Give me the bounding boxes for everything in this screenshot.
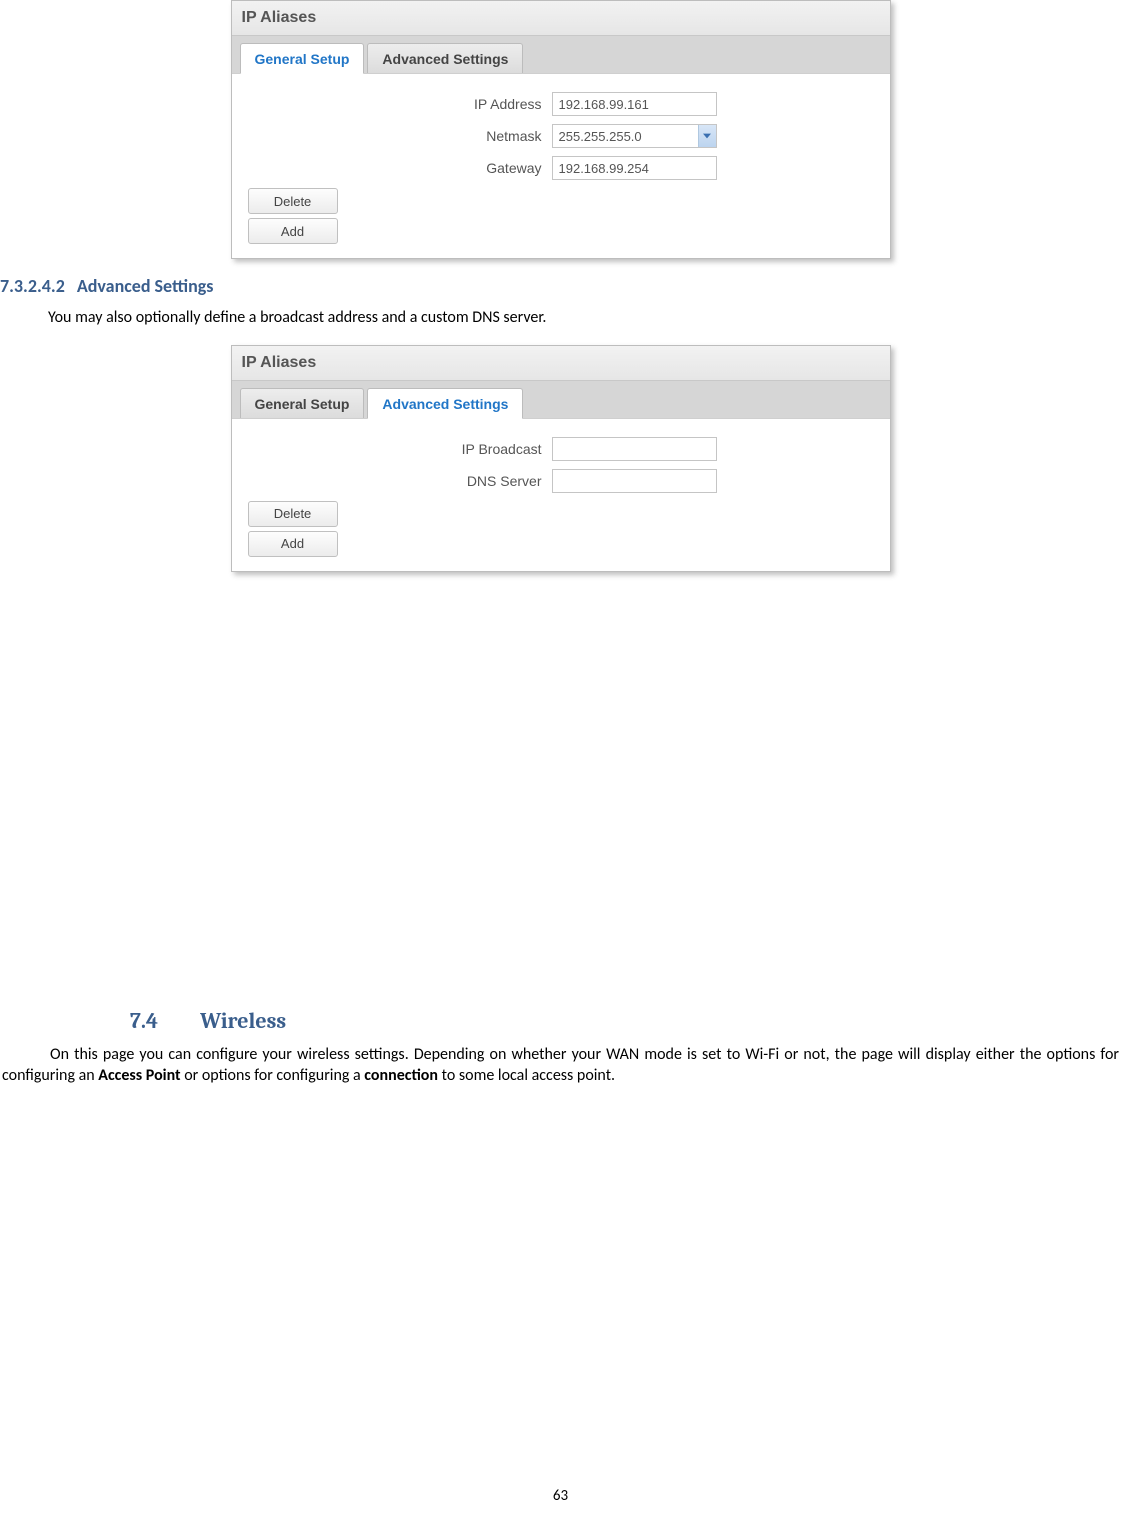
delete-button[interactable]: Delete — [248, 501, 338, 527]
section-title: Wireless — [200, 1008, 286, 1034]
panel-body: IP Broadcast DNS Server Delete Add — [232, 418, 890, 571]
add-button[interactable]: Add — [248, 218, 338, 244]
netmask-select[interactable]: 255.255.255.0 — [552, 124, 717, 148]
add-button[interactable]: Add — [248, 531, 338, 557]
section-heading-advanced: 7.3.2.4.2 Advanced Settings — [0, 275, 1121, 297]
tab-advanced-settings[interactable]: Advanced Settings — [367, 43, 523, 73]
ip-broadcast-label: IP Broadcast — [242, 441, 552, 457]
dns-server-input[interactable] — [552, 469, 717, 493]
dns-server-label: DNS Server — [242, 473, 552, 489]
section-title: Advanced Settings — [77, 275, 214, 297]
tab-bar: General Setup Advanced Settings — [232, 381, 890, 418]
tab-advanced-settings[interactable]: Advanced Settings — [367, 388, 523, 419]
section-heading-wireless: 7.4 Wireless — [130, 1008, 1121, 1034]
netmask-value: 255.255.255.0 — [559, 129, 642, 144]
ip-aliases-panel-general: IP Aliases General Setup Advanced Settin… — [231, 0, 891, 259]
netmask-label: Netmask — [242, 128, 552, 144]
delete-button[interactable]: Delete — [248, 188, 338, 214]
tab-bar: General Setup Advanced Settings — [232, 36, 890, 73]
ip-address-label: IP Address — [242, 96, 552, 112]
ip-broadcast-input[interactable] — [552, 437, 717, 461]
panel-body: IP Address Netmask 255.255.255.0 Gateway… — [232, 73, 890, 258]
advanced-description: You may also optionally define a broadca… — [0, 307, 1121, 329]
wireless-description: On this page you can configure your wire… — [0, 1044, 1121, 1087]
section-number: 7.4 — [130, 1008, 158, 1034]
gateway-input[interactable] — [552, 156, 717, 180]
tab-general-setup[interactable]: General Setup — [240, 388, 365, 418]
chevron-down-icon — [698, 125, 716, 147]
tab-general-setup[interactable]: General Setup — [240, 43, 365, 74]
ip-address-input[interactable] — [552, 92, 717, 116]
panel-title: IP Aliases — [232, 346, 890, 381]
section-number: 7.3.2.4.2 — [0, 275, 65, 297]
ip-aliases-panel-advanced: IP Aliases General Setup Advanced Settin… — [231, 345, 891, 572]
gateway-label: Gateway — [242, 160, 552, 176]
page-number: 63 — [0, 1487, 1121, 1505]
panel-title: IP Aliases — [232, 1, 890, 36]
